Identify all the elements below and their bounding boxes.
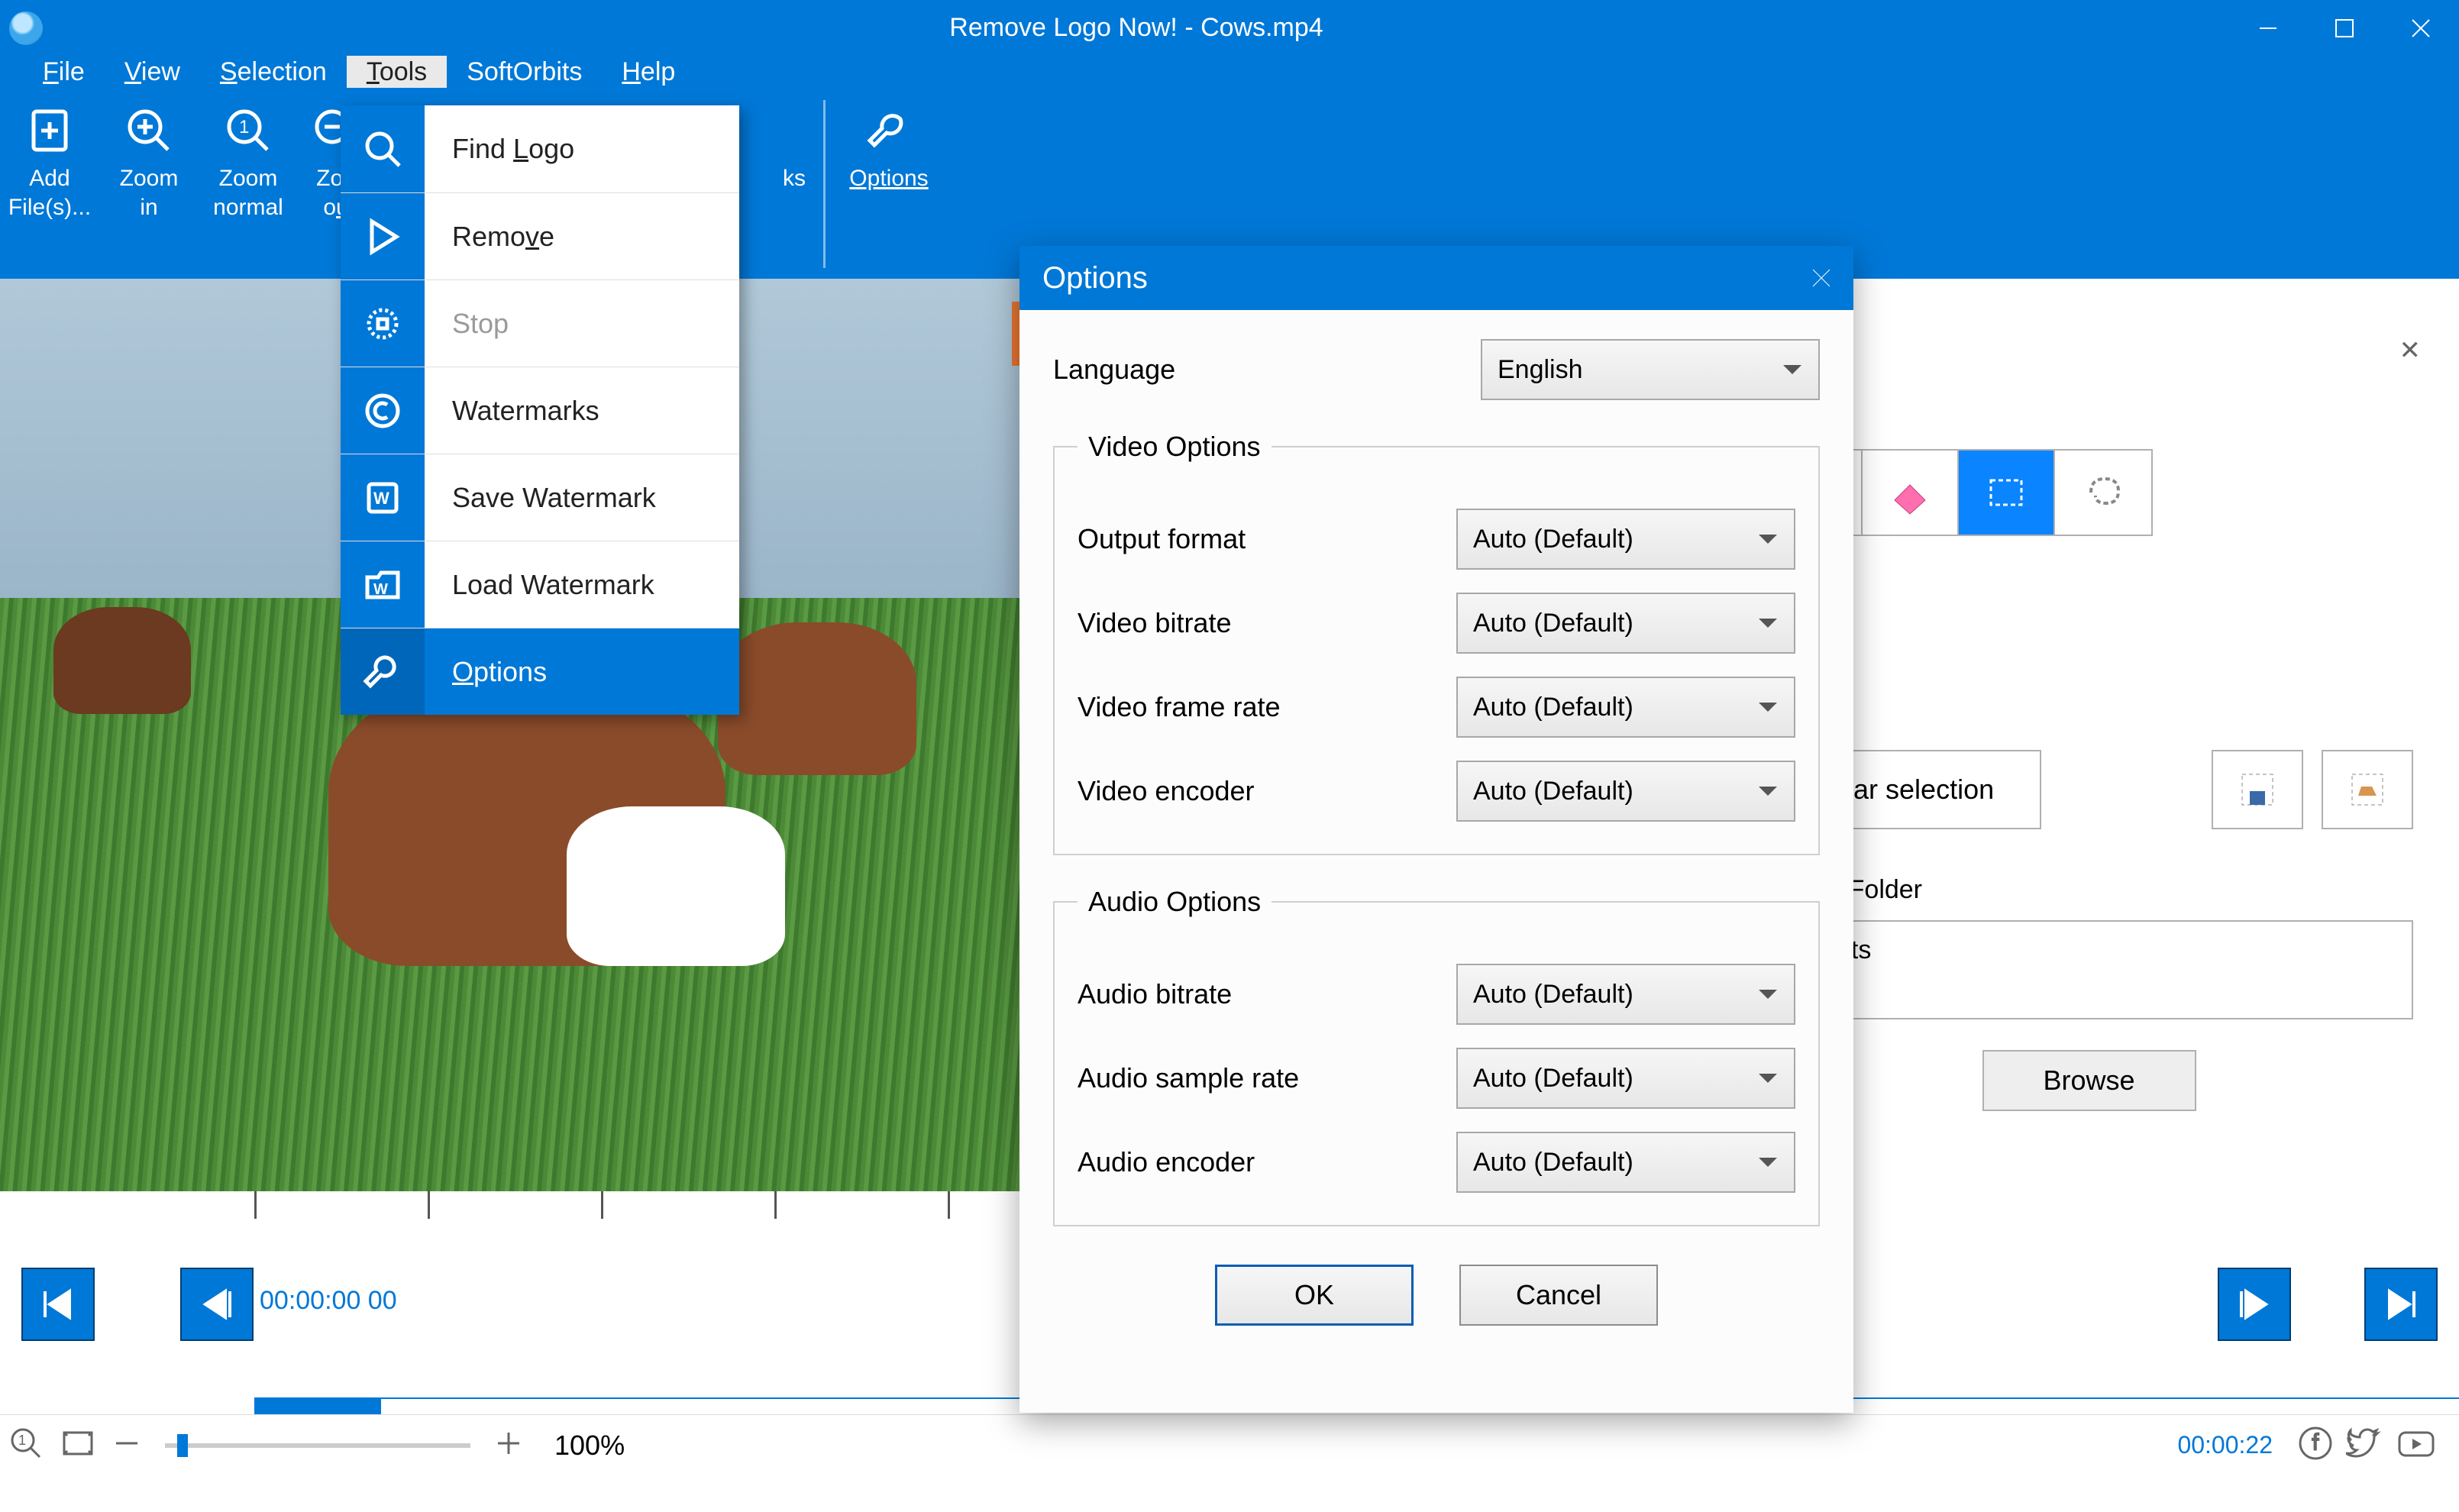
svg-text:W: W xyxy=(373,581,388,598)
menu-save-watermark[interactable]: W Save Watermark xyxy=(341,454,739,541)
load-selection-button[interactable] xyxy=(2322,750,2413,829)
skip-end-button[interactable] xyxy=(2364,1268,2438,1341)
audio-options-group: Audio Options Audio bitrateAuto (Default… xyxy=(1053,886,1820,1226)
toolbar-options[interactable]: Options xyxy=(832,94,946,193)
close-button[interactable] xyxy=(2383,0,2459,56)
tool-marquee[interactable] xyxy=(1959,451,2055,535)
minimize-button[interactable] xyxy=(2230,0,2306,56)
duration: 00:00:22 xyxy=(2177,1431,2273,1459)
svg-text:W: W xyxy=(373,489,389,508)
audio-bitrate-select[interactable]: Auto (Default) xyxy=(1456,964,1795,1025)
video-options-group: Video Options Output formatAuto (Default… xyxy=(1053,431,1820,855)
video-encoder-label: Video encoder xyxy=(1078,775,1456,807)
dialog-title: Options xyxy=(1042,261,1148,296)
audio-samplerate-select[interactable]: Auto (Default) xyxy=(1456,1048,1795,1109)
wrench-icon xyxy=(341,628,425,715)
menu-help[interactable]: Help xyxy=(602,56,695,88)
wrench-icon xyxy=(832,97,946,164)
load-watermark-icon: W xyxy=(341,541,425,628)
audio-encoder-label: Audio encoder xyxy=(1078,1146,1456,1178)
maximize-button[interactable] xyxy=(2306,0,2383,56)
options-dialog: Options Language English Video Options O… xyxy=(1019,246,1853,1413)
toolbar-watermarks-partial[interactable]: ks xyxy=(771,94,817,193)
menu-stop: Stop xyxy=(341,279,739,367)
add-file-icon xyxy=(0,97,99,164)
window-title: Remove Logo Now! - Cows.mp4 xyxy=(43,13,2230,43)
panel-close-button[interactable]: ✕ xyxy=(2399,335,2422,366)
zoom-percent: 100% xyxy=(554,1430,625,1462)
cancel-button[interactable]: Cancel xyxy=(1459,1265,1658,1326)
menu-remove[interactable]: Remove xyxy=(341,192,739,279)
zoom-slider-thumb[interactable] xyxy=(177,1434,188,1457)
save-watermark-icon: W xyxy=(341,454,425,541)
zoom-normal-icon: 1 xyxy=(199,97,298,164)
menu-view[interactable]: View xyxy=(105,56,200,88)
zoom-out-status[interactable] xyxy=(111,1428,142,1462)
language-select[interactable]: English xyxy=(1481,339,1820,400)
titlebar: Remove Logo Now! - Cows.mp4 xyxy=(0,0,2459,56)
audio-samplerate-label: Audio sample rate xyxy=(1078,1062,1456,1094)
stop-icon xyxy=(341,280,425,367)
video-framerate-select[interactable]: Auto (Default) xyxy=(1456,677,1795,738)
audio-encoder-select[interactable]: Auto (Default) xyxy=(1456,1132,1795,1193)
menu-find-logo[interactable]: Find Logo xyxy=(341,105,739,192)
dialog-titlebar[interactable]: Options xyxy=(1019,246,1853,310)
dialog-close-button[interactable] xyxy=(1789,246,1853,310)
tool-eraser[interactable] xyxy=(1863,451,1959,535)
save-selection-button[interactable] xyxy=(2212,750,2303,829)
destination-path[interactable]: Results xyxy=(1765,920,2413,1019)
youtube-icon[interactable] xyxy=(2396,1426,2436,1464)
toolbar-add-files[interactable]: AddFile(s)... xyxy=(0,94,99,222)
zoom-status-icon[interactable]: 1 xyxy=(8,1425,44,1465)
twitter-icon[interactable] xyxy=(2346,1426,2383,1464)
menu-selection[interactable]: Selection xyxy=(200,56,347,88)
menubar: File View Selection Tools SoftOrbits Hel… xyxy=(0,56,2459,88)
menu-load-watermark[interactable]: W Load Watermark xyxy=(341,541,739,628)
skip-start-button[interactable] xyxy=(21,1268,95,1341)
menu-options[interactable]: Options xyxy=(341,628,739,715)
step-back-button[interactable] xyxy=(180,1268,254,1341)
tool-lasso[interactable] xyxy=(2055,451,2151,535)
menu-file[interactable]: File xyxy=(23,56,105,88)
audio-bitrate-label: Audio bitrate xyxy=(1078,978,1456,1010)
output-format-select[interactable]: Auto (Default) xyxy=(1456,509,1795,570)
fit-screen-icon[interactable] xyxy=(60,1425,96,1465)
zoom-slider[interactable] xyxy=(165,1443,470,1448)
video-bitrate-select[interactable]: Auto (Default) xyxy=(1456,593,1795,654)
statusbar: 1 100% 00:00:22 xyxy=(0,1414,2459,1475)
browse-button[interactable]: Browse xyxy=(1982,1050,2196,1111)
svg-text:1: 1 xyxy=(18,1433,26,1448)
menu-tools[interactable]: Tools xyxy=(347,56,447,88)
menu-watermarks[interactable]: Watermarks xyxy=(341,367,739,454)
facebook-icon[interactable] xyxy=(2299,1426,2332,1464)
language-label: Language xyxy=(1053,354,1481,386)
toolbar-zoom-in[interactable]: Zoomin xyxy=(99,94,199,222)
destination-label: ination Folder xyxy=(1765,875,2413,905)
play-icon xyxy=(341,193,425,279)
app-logo-icon xyxy=(9,11,43,45)
panel-title-partial: move xyxy=(1765,325,2413,363)
zoom-in-icon xyxy=(99,97,199,164)
timecode: 00:00:00 00 xyxy=(260,1286,397,1316)
tools-dropdown: Find Logo Remove Stop Watermarks W Save … xyxy=(341,105,739,715)
output-format-label: Output format xyxy=(1078,523,1456,555)
search-icon xyxy=(341,105,425,192)
copyright-icon xyxy=(341,367,425,454)
step-forward-button[interactable] xyxy=(2218,1268,2291,1341)
video-framerate-label: Video frame rate xyxy=(1078,691,1456,723)
svg-text:1: 1 xyxy=(239,117,249,137)
toolbar-zoom-normal[interactable]: 1 Zoomnormal xyxy=(199,94,298,222)
preview-content xyxy=(328,676,725,966)
zoom-in-status[interactable] xyxy=(493,1428,524,1462)
menu-softorbits[interactable]: SoftOrbits xyxy=(447,56,602,88)
toolbar-separator xyxy=(823,100,826,268)
video-encoder-select[interactable]: Auto (Default) xyxy=(1456,761,1795,822)
video-bitrate-label: Video bitrate xyxy=(1078,607,1456,639)
ok-button[interactable]: OK xyxy=(1215,1265,1414,1326)
